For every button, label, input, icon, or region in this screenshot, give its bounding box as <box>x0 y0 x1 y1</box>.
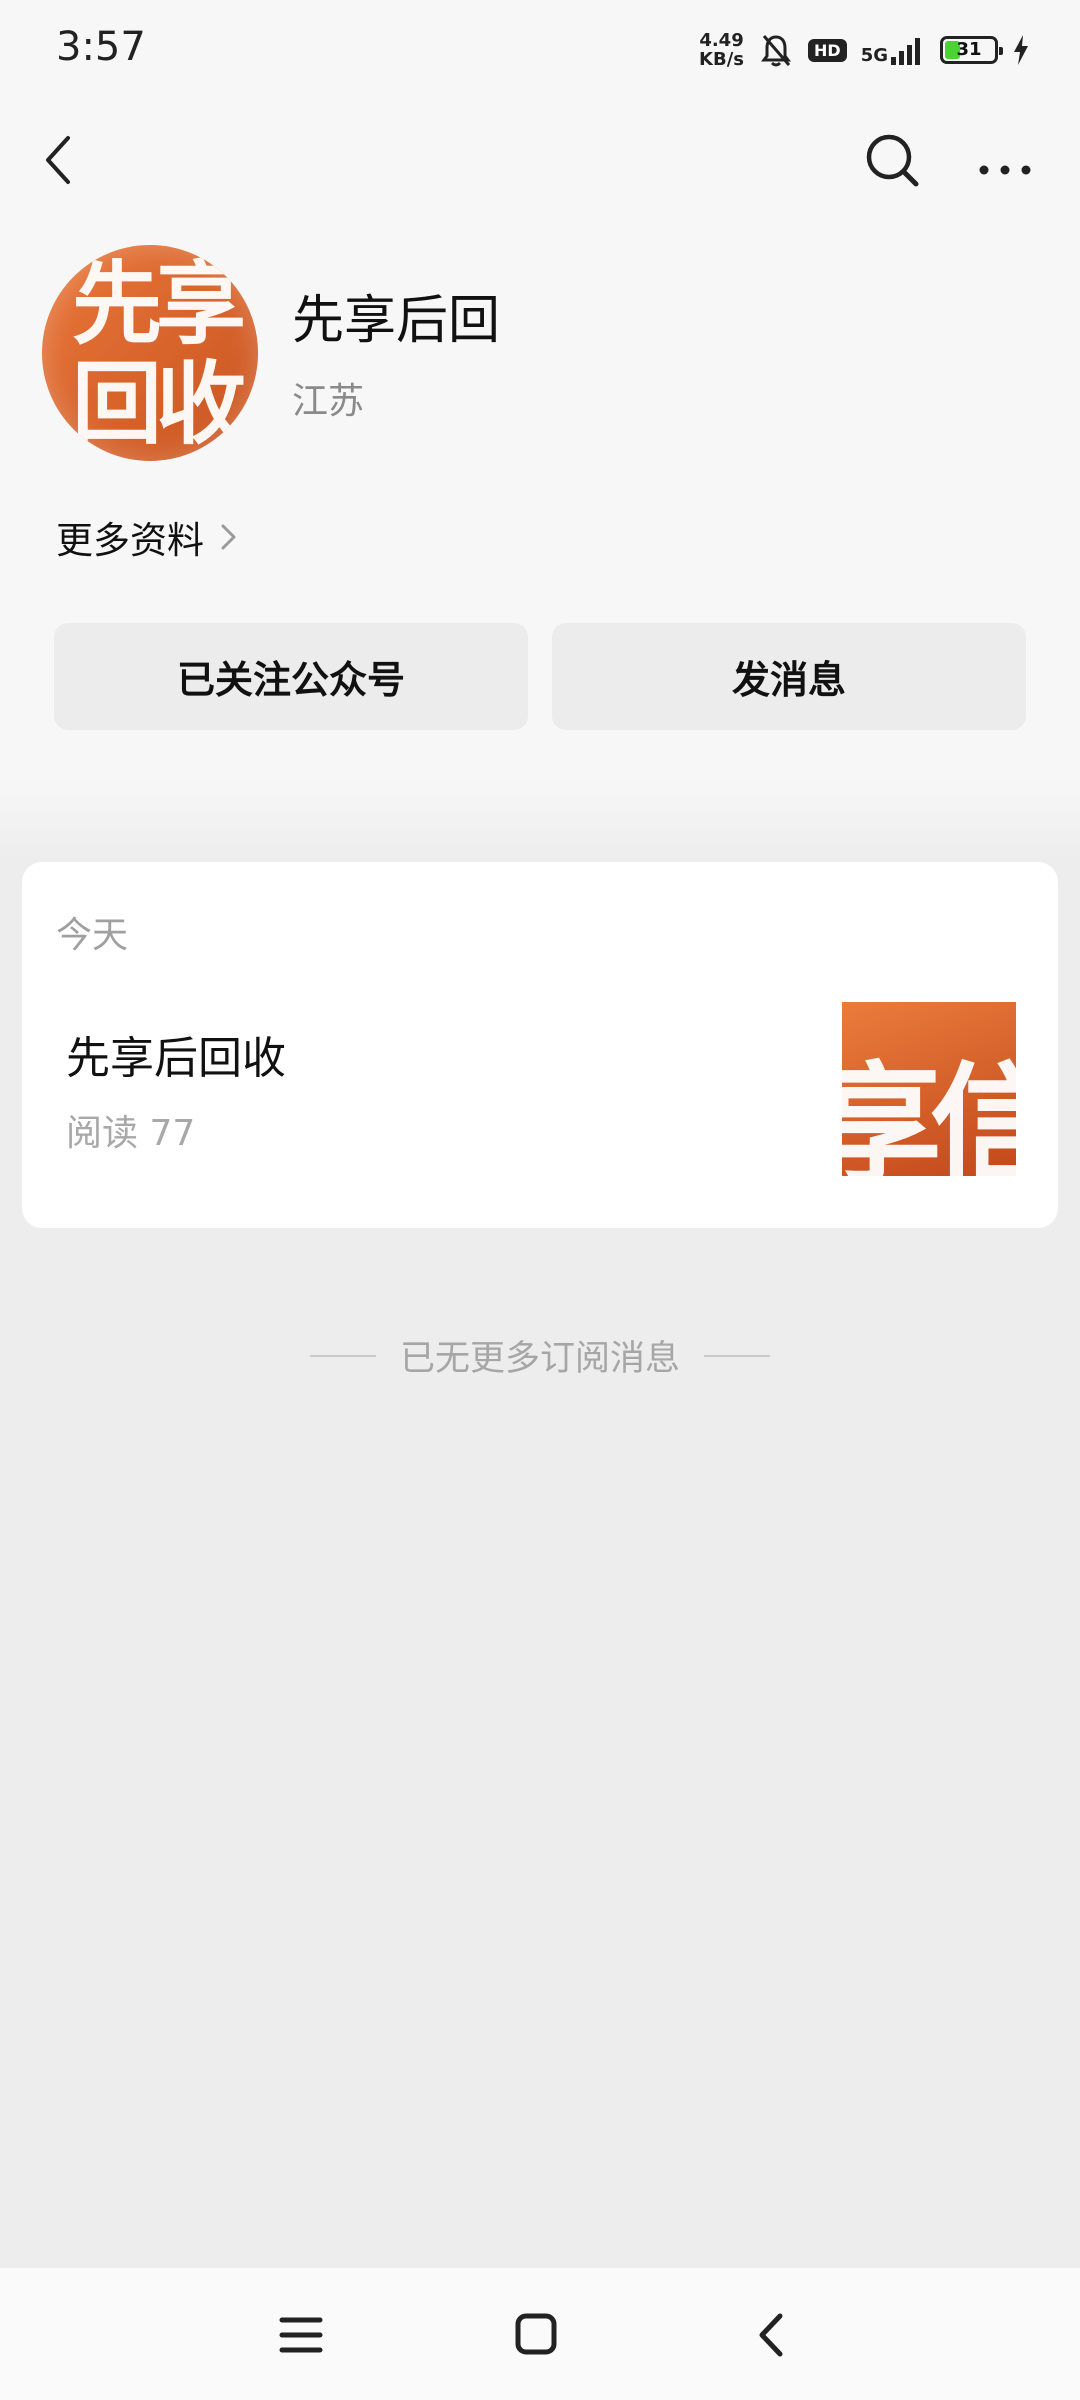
network-speed-value: 4.49 <box>699 30 744 51</box>
charging-icon <box>1014 35 1028 65</box>
article-card: 今天 先享后回收 阅读 77 享信 <box>22 862 1058 1228</box>
battery-icon: 31 <box>940 36 1003 64</box>
divider-right <box>704 1354 770 1357</box>
bell-muted-icon <box>761 35 792 67</box>
status-bar: 3:57 4.49 KB/s HD 5G 31 <box>0 0 1080 100</box>
back-arrow-icon[interactable] <box>30 128 94 192</box>
battery-tip <box>999 47 1003 55</box>
send-message-button[interactable]: 发消息 <box>552 623 1026 730</box>
more-info-link[interactable]: 更多资料 <box>56 510 240 564</box>
signal-icon: 5G <box>861 35 926 65</box>
more-icon[interactable] <box>970 128 1040 192</box>
top-nav <box>0 110 1080 210</box>
avatar-text-top: 先享 <box>72 252 246 357</box>
network-type: 5G <box>860 45 888 66</box>
article-thumbnail[interactable]: 享信 <box>842 1002 1016 1176</box>
article-thumbnail-text: 享信 <box>842 1049 1016 1176</box>
end-of-feed-label: 已无更多订阅消息 <box>399 1339 680 1379</box>
menu-icon[interactable] <box>272 2308 332 2362</box>
avatar[interactable]: 先享 回收 <box>42 245 258 461</box>
more-info-label: 更多资料 <box>56 519 204 562</box>
network-speed-unit: KB/s <box>699 49 745 70</box>
avatar-text-bottom: 回收 <box>72 352 246 457</box>
status-time: 3:57 <box>56 24 146 70</box>
account-region: 江苏 <box>292 381 365 422</box>
battery-level: 31 <box>956 39 982 60</box>
followed-button[interactable]: 已关注公众号 <box>54 623 528 730</box>
end-of-feed-note: 已无更多订阅消息 <box>0 1330 1080 1381</box>
account-name: 先享后回 <box>292 291 501 351</box>
system-nav-bar <box>0 2268 1080 2400</box>
divider-left <box>309 1354 376 1357</box>
hd-icon: HD <box>808 38 847 62</box>
status-icons: 4.49 KB/s HD 5G 31 <box>699 28 1030 72</box>
home-icon[interactable] <box>506 2308 566 2362</box>
back-icon[interactable] <box>742 2308 802 2362</box>
date-label: 今天 <box>56 915 129 956</box>
article-read-count: 阅读 77 <box>66 1113 196 1154</box>
article-title[interactable]: 先享后回收 <box>66 1022 286 1086</box>
search-icon[interactable] <box>860 128 924 192</box>
chevron-right-icon <box>221 524 236 550</box>
network-speed: 4.49 KB/s <box>699 31 744 69</box>
